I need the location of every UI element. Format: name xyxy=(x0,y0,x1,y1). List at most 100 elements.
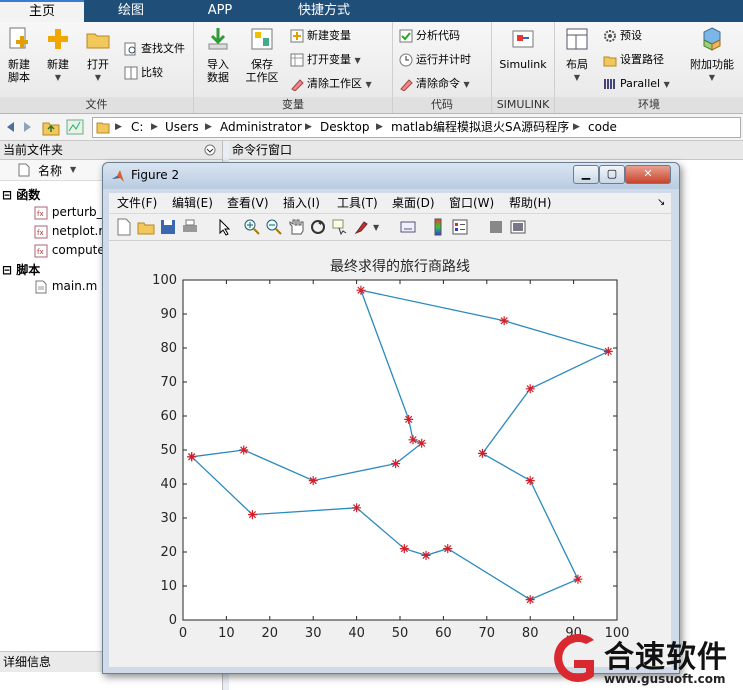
menu-window[interactable]: 窗口(W) xyxy=(449,193,494,213)
new-script-button[interactable]: 新建 脚本 xyxy=(2,26,36,84)
scripts-group[interactable]: ⊟ 脚本 xyxy=(2,261,40,278)
compare-button[interactable]: 比较 xyxy=(124,64,163,82)
addons-button[interactable]: 附加功能 ▼ xyxy=(683,26,741,84)
open-button[interactable]: 打开 ▼ xyxy=(80,26,116,84)
file-item[interactable]: fx compute xyxy=(34,243,105,258)
menu-edit[interactable]: 编辑(E) xyxy=(172,193,213,213)
city-marker xyxy=(525,476,535,486)
close-button[interactable]: ✕ xyxy=(625,165,671,184)
brush-icon[interactable] xyxy=(353,218,371,236)
path-segment-users[interactable]: Users xyxy=(165,118,199,137)
city-marker xyxy=(308,476,318,486)
zoom-in-icon[interactable] xyxy=(243,218,261,236)
save-workspace-button[interactable]: 保存 工作区 xyxy=(242,26,282,84)
menu-desktop[interactable]: 桌面(D) xyxy=(392,193,435,213)
y-tick-label: 70 xyxy=(160,375,177,390)
save-icon[interactable] xyxy=(159,218,177,236)
analyze-code-label: 分析代码 xyxy=(416,29,460,42)
forward-icon[interactable] xyxy=(20,119,36,135)
minimize-button[interactable]: ▁ xyxy=(573,165,599,184)
path-segment-project[interactable]: matlab编程模拟退火SA源码程序 xyxy=(391,118,569,137)
brush-dropdown-icon[interactable]: ▼ xyxy=(373,223,379,232)
menu-help[interactable]: 帮助(H) xyxy=(509,193,551,213)
x-tick-label: 0 xyxy=(179,626,187,641)
run-and-time-button[interactable]: 运行并计时 xyxy=(399,51,471,69)
path-field[interactable]: ▶ C: ▶ Users ▶ Administrator ▶ Desktop ▶… xyxy=(92,117,741,138)
new-variable-button[interactable]: 新建变量 xyxy=(290,27,351,45)
command-window-title: 命令行窗口 xyxy=(232,143,293,157)
panel-menu-icon[interactable] xyxy=(204,144,216,156)
y-tick-label: 30 xyxy=(160,511,177,526)
functions-group[interactable]: ⊟ 函数 xyxy=(2,186,40,203)
maximize-button[interactable]: ▢ xyxy=(599,165,625,184)
menu-tools[interactable]: 工具(T) xyxy=(337,193,378,213)
parallel-button[interactable]: Parallel ▼ xyxy=(603,75,670,93)
simulink-group-title: SIMULINK xyxy=(492,97,554,113)
city-marker xyxy=(352,503,362,513)
matlab-logo-icon xyxy=(112,170,124,182)
tsp-route-chart: 最终求得的旅行商路线 0 10 20 30 40 50 60 70 80 90 100 0 10 20 30 4… xyxy=(152,258,629,641)
y-tick-label: 40 xyxy=(160,477,177,492)
path-segment-code[interactable]: code xyxy=(588,118,617,137)
path-segment-desktop[interactable]: Desktop xyxy=(320,118,370,137)
path-segment-administrator[interactable]: Administrator xyxy=(220,118,302,137)
ribbon-group-file: 新建 脚本 新建 ▼ 打开 ▼ 查找文件 比较 文件 xyxy=(0,22,194,113)
rotate-3d-icon[interactable] xyxy=(309,218,327,236)
zoom-out-icon[interactable] xyxy=(265,218,283,236)
details-label: 详细信息 xyxy=(3,655,52,669)
open-file-icon[interactable] xyxy=(137,218,155,236)
find-files-button[interactable]: 查找文件 xyxy=(124,40,185,58)
select-arrow-icon[interactable] xyxy=(215,218,233,236)
file-item[interactable]: fx netplot.r xyxy=(34,224,103,239)
svg-text:fx: fx xyxy=(37,210,44,218)
column-name-header[interactable]: 名称 xyxy=(38,162,62,179)
browse-folder-icon[interactable] xyxy=(66,118,84,136)
hide-plot-tools-icon[interactable] xyxy=(487,218,505,236)
path-separator-icon: ▶ xyxy=(305,122,312,132)
colorbar-icon[interactable] xyxy=(429,218,447,236)
back-icon[interactable] xyxy=(2,119,18,135)
new-button[interactable]: 新建 ▼ xyxy=(40,26,76,84)
figure-canvas[interactable]: 最终求得的旅行商路线 0 10 20 30 40 50 60 70 80 90 100 0 10 20 30 4… xyxy=(109,241,671,667)
figure-window[interactable]: Figure 2 ▁ ▢ ✕ 文件(F) 编辑(E) 查看(V) 插入(I) 工… xyxy=(102,162,680,674)
simulink-button[interactable]: Simulink xyxy=(494,26,552,71)
file-type-icon xyxy=(18,163,30,177)
menu-view[interactable]: 查看(V) xyxy=(227,193,269,213)
preferences-button[interactable]: 预设 xyxy=(603,27,642,45)
city-marker xyxy=(408,435,418,445)
new-figure-icon[interactable] xyxy=(115,218,133,236)
tab-plots[interactable]: 绘图 xyxy=(88,0,174,22)
analyze-code-button[interactable]: 分析代码 xyxy=(399,27,460,45)
code-group-title: 代码 xyxy=(393,97,491,113)
clear-commands-button[interactable]: 清除命令 ▼ xyxy=(399,75,470,93)
y-tick-label: 10 xyxy=(160,579,177,594)
import-data-button[interactable]: 导入 数据 xyxy=(200,26,236,84)
file-item[interactable]: main.m xyxy=(34,279,97,294)
menu-insert[interactable]: 插入(I) xyxy=(283,193,320,213)
layout-button[interactable]: 布局 ▼ xyxy=(559,26,595,84)
tab-shortcuts[interactable]: 快捷方式 xyxy=(266,0,382,22)
path-segment-drive[interactable]: C: xyxy=(131,118,143,137)
menu-file[interactable]: 文件(F) xyxy=(117,193,157,213)
city-marker xyxy=(573,574,583,584)
file-item[interactable]: fx perturb_ xyxy=(34,205,103,220)
data-cursor-icon[interactable] xyxy=(331,218,349,236)
legend-icon[interactable] xyxy=(451,218,469,236)
up-folder-icon[interactable] xyxy=(42,118,60,136)
dock-arrow-icon[interactable]: ↘ xyxy=(657,193,665,213)
set-path-button[interactable]: 设置路径 xyxy=(603,51,664,69)
tab-apps[interactable]: APP xyxy=(178,0,262,22)
city-marker xyxy=(399,544,409,554)
show-plot-tools-icon[interactable] xyxy=(509,218,527,236)
clear-workspace-button[interactable]: 清除工作区 ▼ xyxy=(290,75,372,93)
y-tick-label: 90 xyxy=(160,307,177,322)
tab-home[interactable]: 主页 xyxy=(0,0,84,22)
pan-hand-icon[interactable] xyxy=(287,218,305,236)
open-variable-button[interactable]: 打开变量 ▼ xyxy=(290,51,361,69)
compare-label: 比较 xyxy=(141,66,163,79)
link-plot-icon[interactable] xyxy=(399,218,417,236)
figure-title-bar[interactable]: Figure 2 ▁ ▢ ✕ xyxy=(103,163,679,189)
print-icon[interactable] xyxy=(181,218,199,236)
city-marker xyxy=(477,448,487,458)
clear-workspace-dropdown-icon: ▼ xyxy=(365,80,372,89)
